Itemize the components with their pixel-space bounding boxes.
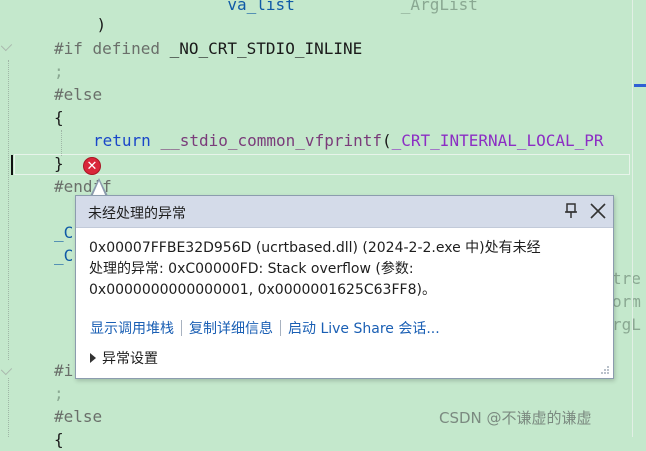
error-icon[interactable]: ✕ xyxy=(83,157,101,175)
code-line: { xyxy=(54,108,64,127)
current-line-highlight xyxy=(14,154,630,175)
expand-triangle-icon xyxy=(90,353,96,363)
code-line: #if defined _NO_CRT_STDIO_INLINE xyxy=(54,39,363,58)
code-line: ) xyxy=(58,15,107,34)
message-line: 0x00007FFBE32D956D (ucrtbased.dll) (2024… xyxy=(89,240,541,256)
code-line: _C xyxy=(54,246,74,265)
show-call-stack-link[interactable]: 显示调用堆栈 xyxy=(90,321,174,337)
fold-icon[interactable] xyxy=(0,363,13,376)
fold-icon[interactable] xyxy=(0,39,13,52)
code-line: ; xyxy=(54,384,64,403)
popup-links: 显示调用堆栈 复制详细信息 启动 Live Share 会话... xyxy=(90,318,440,338)
indent-guide xyxy=(8,60,9,360)
popup-header: 未经处理的异常 xyxy=(76,196,613,228)
code-line: orm xyxy=(612,292,641,311)
resize-grip-icon[interactable] xyxy=(600,365,610,375)
indent-guide xyxy=(8,378,9,437)
pin-icon[interactable] xyxy=(560,200,582,222)
code-line: _C xyxy=(54,223,74,242)
watermark: CSDN @不谦虚的谦虚 xyxy=(439,409,592,427)
close-icon[interactable] xyxy=(586,200,610,222)
editor-margin-line xyxy=(632,0,633,437)
code-line: rgL xyxy=(612,315,641,334)
exception-popup: 未经处理的异常 0x00007FFBE32D956D (ucrtbased.dl… xyxy=(75,195,614,379)
message-line: 0x0000000000000001, 0x0000001625C63FF8)。 xyxy=(89,282,436,298)
exception-settings-label: 异常设置 xyxy=(102,351,158,367)
code-line: tre xyxy=(612,269,641,288)
code-line: return __stdio_common_vfprintf(_CRT_INTE… xyxy=(93,131,604,150)
exception-message: 0x00007FFBE32D956D (ucrtbased.dll) (2024… xyxy=(89,238,601,301)
link-divider xyxy=(280,320,281,336)
copy-details-link[interactable]: 复制详细信息 xyxy=(189,321,273,337)
code-line: #i xyxy=(54,361,74,380)
code-line: va_list _ArgList xyxy=(227,0,478,14)
message-line: 处理的异常: 0xC00000FD: Stack overflow (参数: xyxy=(89,261,414,277)
popup-title: 未经处理的异常 xyxy=(88,206,186,222)
scroll-marker xyxy=(634,84,646,87)
exception-settings-toggle[interactable]: 异常设置 xyxy=(90,348,158,368)
text-caret xyxy=(11,155,13,175)
start-live-share-link[interactable]: 启动 Live Share 会话... xyxy=(288,321,440,337)
link-divider xyxy=(181,320,182,336)
code-line: { xyxy=(54,430,64,449)
editor-gutter xyxy=(0,0,18,437)
code-line: } xyxy=(54,154,64,173)
code-line: #else xyxy=(54,85,103,104)
code-line: ; xyxy=(54,62,64,81)
code-line: #else xyxy=(54,407,103,426)
